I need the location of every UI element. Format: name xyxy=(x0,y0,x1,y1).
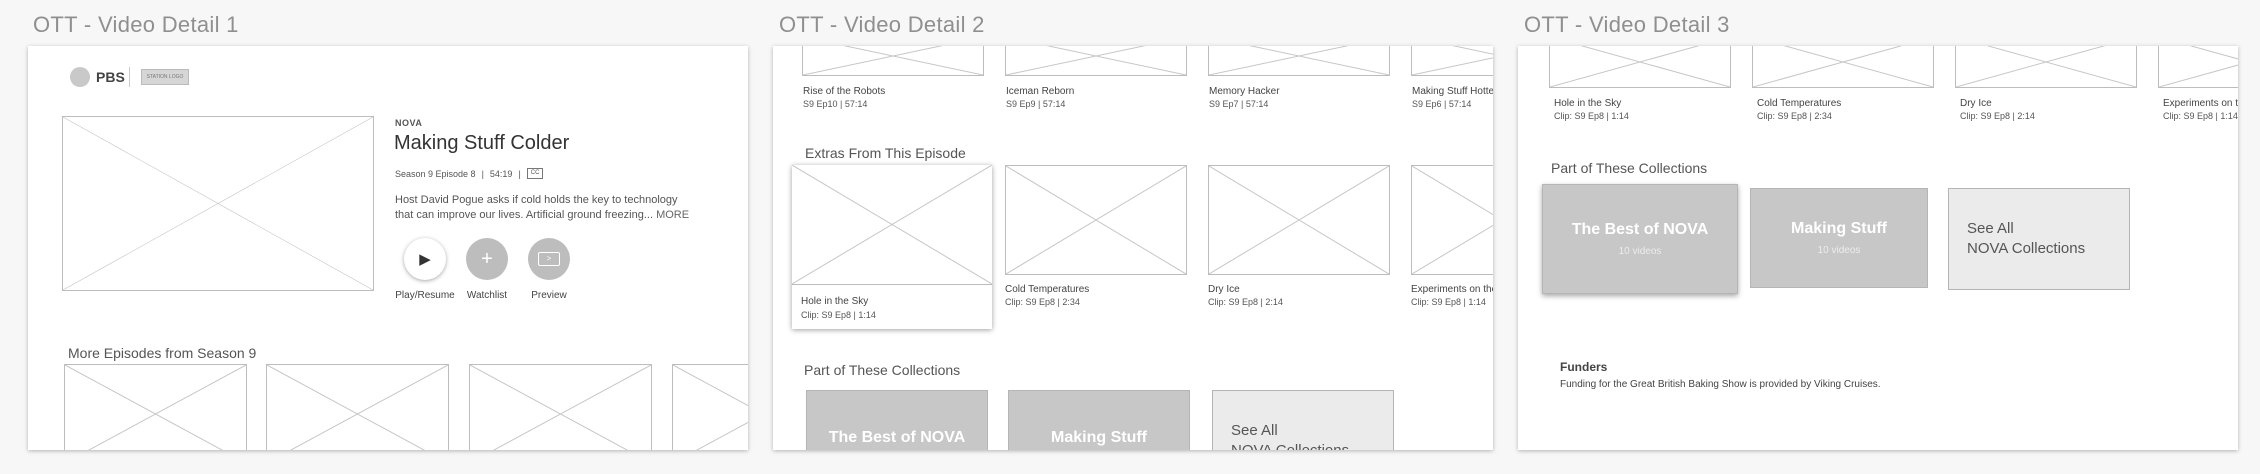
clip-meta: Clip: S9 Ep8 | 2:34 xyxy=(1757,111,1832,121)
collection-card-best-of-nova-focused[interactable]: The Best of NOVA 10 videos xyxy=(1542,184,1738,294)
see-all-label: See All NOVA Collections xyxy=(1231,422,1349,450)
clip-thumbnail[interactable] xyxy=(2158,46,2238,88)
video-detail-frame-2: Rise of the Robots S9 Ep10 | 57:14 Icema… xyxy=(773,46,1493,450)
clip-meta: Clip: S9 Ep8 | 1:14 xyxy=(2163,111,2238,121)
play-resume-label: Play/Resume xyxy=(395,290,455,301)
clip-title[interactable]: Cold Temperatures xyxy=(1757,98,1841,109)
extra-thumbnail[interactable] xyxy=(1005,165,1187,275)
collections-heading: Part of These Collections xyxy=(804,362,961,378)
extras-heading: Extras From This Episode xyxy=(805,145,966,161)
extra-title: Hole in the Sky xyxy=(801,296,869,307)
watchlist-button[interactable]: + xyxy=(466,238,508,280)
extra-meta: Clip: S9 Ep8 | 1:14 xyxy=(1411,297,1486,307)
episode-meta: S9 Ep10 | 57:14 xyxy=(803,99,868,109)
watchlist-label: Watchlist xyxy=(466,290,508,301)
extra-card-focused[interactable]: Hole in the Sky Clip: S9 Ep8 | 1:14 xyxy=(792,165,992,329)
clip-thumbnail[interactable] xyxy=(1752,46,1934,88)
more-episodes-heading: More Episodes from Season 9 xyxy=(68,345,257,361)
clip-title[interactable]: Hole in the Sky xyxy=(1554,98,1621,109)
collection-count: 10 videos xyxy=(1618,246,1662,257)
funders-text: Funding for the Great British Baking Sho… xyxy=(1560,379,1881,390)
episode-thumbnail[interactable] xyxy=(266,364,449,450)
preview-button[interactable]: > xyxy=(528,238,570,280)
collection-title: Making Stuff xyxy=(1051,429,1147,446)
video-detail-frame-1: PBS STATION LOGO NOVA Making Stuff Colde… xyxy=(28,46,748,450)
collection-card-making-stuff[interactable]: Making Stuff xyxy=(1008,390,1190,450)
extra-title[interactable]: Dry Ice xyxy=(1208,284,1240,295)
play-resume-button[interactable]: ▶ xyxy=(404,238,446,280)
episode-thumbnail[interactable] xyxy=(1208,46,1390,76)
clip-thumbnail[interactable] xyxy=(1549,46,1731,88)
extra-title[interactable]: Cold Temperatures xyxy=(1005,284,1089,295)
more-link[interactable]: MORE xyxy=(656,209,689,221)
extra-thumbnail[interactable] xyxy=(1411,165,1493,275)
pbs-logo-icon[interactable] xyxy=(70,67,90,87)
meta-separator: | xyxy=(518,168,521,179)
collection-title: The Best of NOVA xyxy=(1571,221,1709,238)
collection-title: The Best of NOVA xyxy=(828,429,966,446)
episode-thumbnail[interactable] xyxy=(802,46,984,76)
episode-thumbnail[interactable] xyxy=(1411,46,1493,76)
preview-label: Preview xyxy=(531,290,567,301)
cc-badge: CC xyxy=(526,168,544,179)
collections-heading: Part of These Collections xyxy=(1551,160,1708,176)
video-detail-frame-3: Hole in the Sky Clip: S9 Ep8 | 1:14 Cold… xyxy=(1518,46,2238,450)
see-all-collections-button[interactable]: See All NOVA Collections xyxy=(1948,188,2130,290)
collection-card-best-of-nova[interactable]: The Best of NOVA xyxy=(806,390,988,450)
episode-thumbnail[interactable] xyxy=(672,364,748,450)
board-title-1: OTT - Video Detail 1 xyxy=(33,12,239,37)
episode-title[interactable]: Memory Hacker xyxy=(1209,86,1280,97)
season-episode: Season 9 Episode 8 xyxy=(395,168,476,179)
series-name[interactable]: NOVA xyxy=(395,118,422,128)
board-title-3: OTT - Video Detail 3 xyxy=(1524,12,1730,37)
clip-title[interactable]: Experiments on the Ice xyxy=(2163,98,2238,109)
episode-meta: S9 Ep9 | 57:14 xyxy=(1006,99,1066,109)
station-logo[interactable]: STATION LOGO xyxy=(141,69,189,85)
collection-title: Making Stuff xyxy=(1791,220,1887,237)
episode-title[interactable]: Iceman Reborn xyxy=(1006,86,1074,97)
episode-title[interactable]: Rise of the Robots xyxy=(803,86,885,97)
description-text: Host David Pogue asks if cold holds the … xyxy=(395,194,678,221)
preview-icon: > xyxy=(538,252,560,266)
extra-thumbnail xyxy=(792,165,992,285)
episode-meta: S9 Ep6 | 57:14 xyxy=(1412,99,1472,109)
episode-thumbnail[interactable] xyxy=(469,364,652,450)
clip-thumbnail[interactable] xyxy=(1955,46,2137,88)
extra-title[interactable]: Experiments on the Ice xyxy=(1411,284,1493,295)
extra-thumbnail[interactable] xyxy=(1208,165,1390,275)
collection-card-making-stuff[interactable]: Making Stuff 10 videos xyxy=(1750,188,1928,288)
see-all-collections-button[interactable]: See All NOVA Collections xyxy=(1212,390,1394,450)
extra-meta: Clip: S9 Ep8 | 1:14 xyxy=(801,310,876,320)
clip-meta: Clip: S9 Ep8 | 1:14 xyxy=(1554,111,1629,121)
episode-meta: S9 Ep7 | 57:14 xyxy=(1209,99,1269,109)
clip-title[interactable]: Dry Ice xyxy=(1960,98,1992,109)
extra-meta: Clip: S9 Ep8 | 2:34 xyxy=(1005,297,1080,307)
play-icon: ▶ xyxy=(419,251,431,268)
hero-video-image[interactable] xyxy=(62,116,374,291)
episode-thumbnail[interactable] xyxy=(1005,46,1187,76)
meta-separator: | xyxy=(481,168,484,179)
episode-meta: Season 9 Episode 8 | 54:19 | CC xyxy=(395,168,544,179)
see-all-label: See All NOVA Collections xyxy=(1967,220,2086,257)
episode-thumbnail[interactable] xyxy=(64,364,247,450)
plus-icon: + xyxy=(481,247,493,270)
episode-title[interactable]: Making Stuff Hotter xyxy=(1412,86,1493,97)
header-divider xyxy=(129,67,130,87)
board-title-2: OTT - Video Detail 2 xyxy=(779,12,985,37)
pbs-logo-text[interactable]: PBS xyxy=(96,69,125,85)
episode-description: Host David Pogue asks if cold holds the … xyxy=(395,193,695,223)
clip-meta: Clip: S9 Ep8 | 2:14 xyxy=(1960,111,2035,121)
extra-meta: Clip: S9 Ep8 | 2:14 xyxy=(1208,297,1283,307)
collection-count: 10 videos xyxy=(1817,245,1861,256)
episode-title: Making Stuff Colder xyxy=(394,132,570,154)
funders-heading: Funders xyxy=(1560,360,1608,374)
duration: 54:19 xyxy=(489,168,513,179)
